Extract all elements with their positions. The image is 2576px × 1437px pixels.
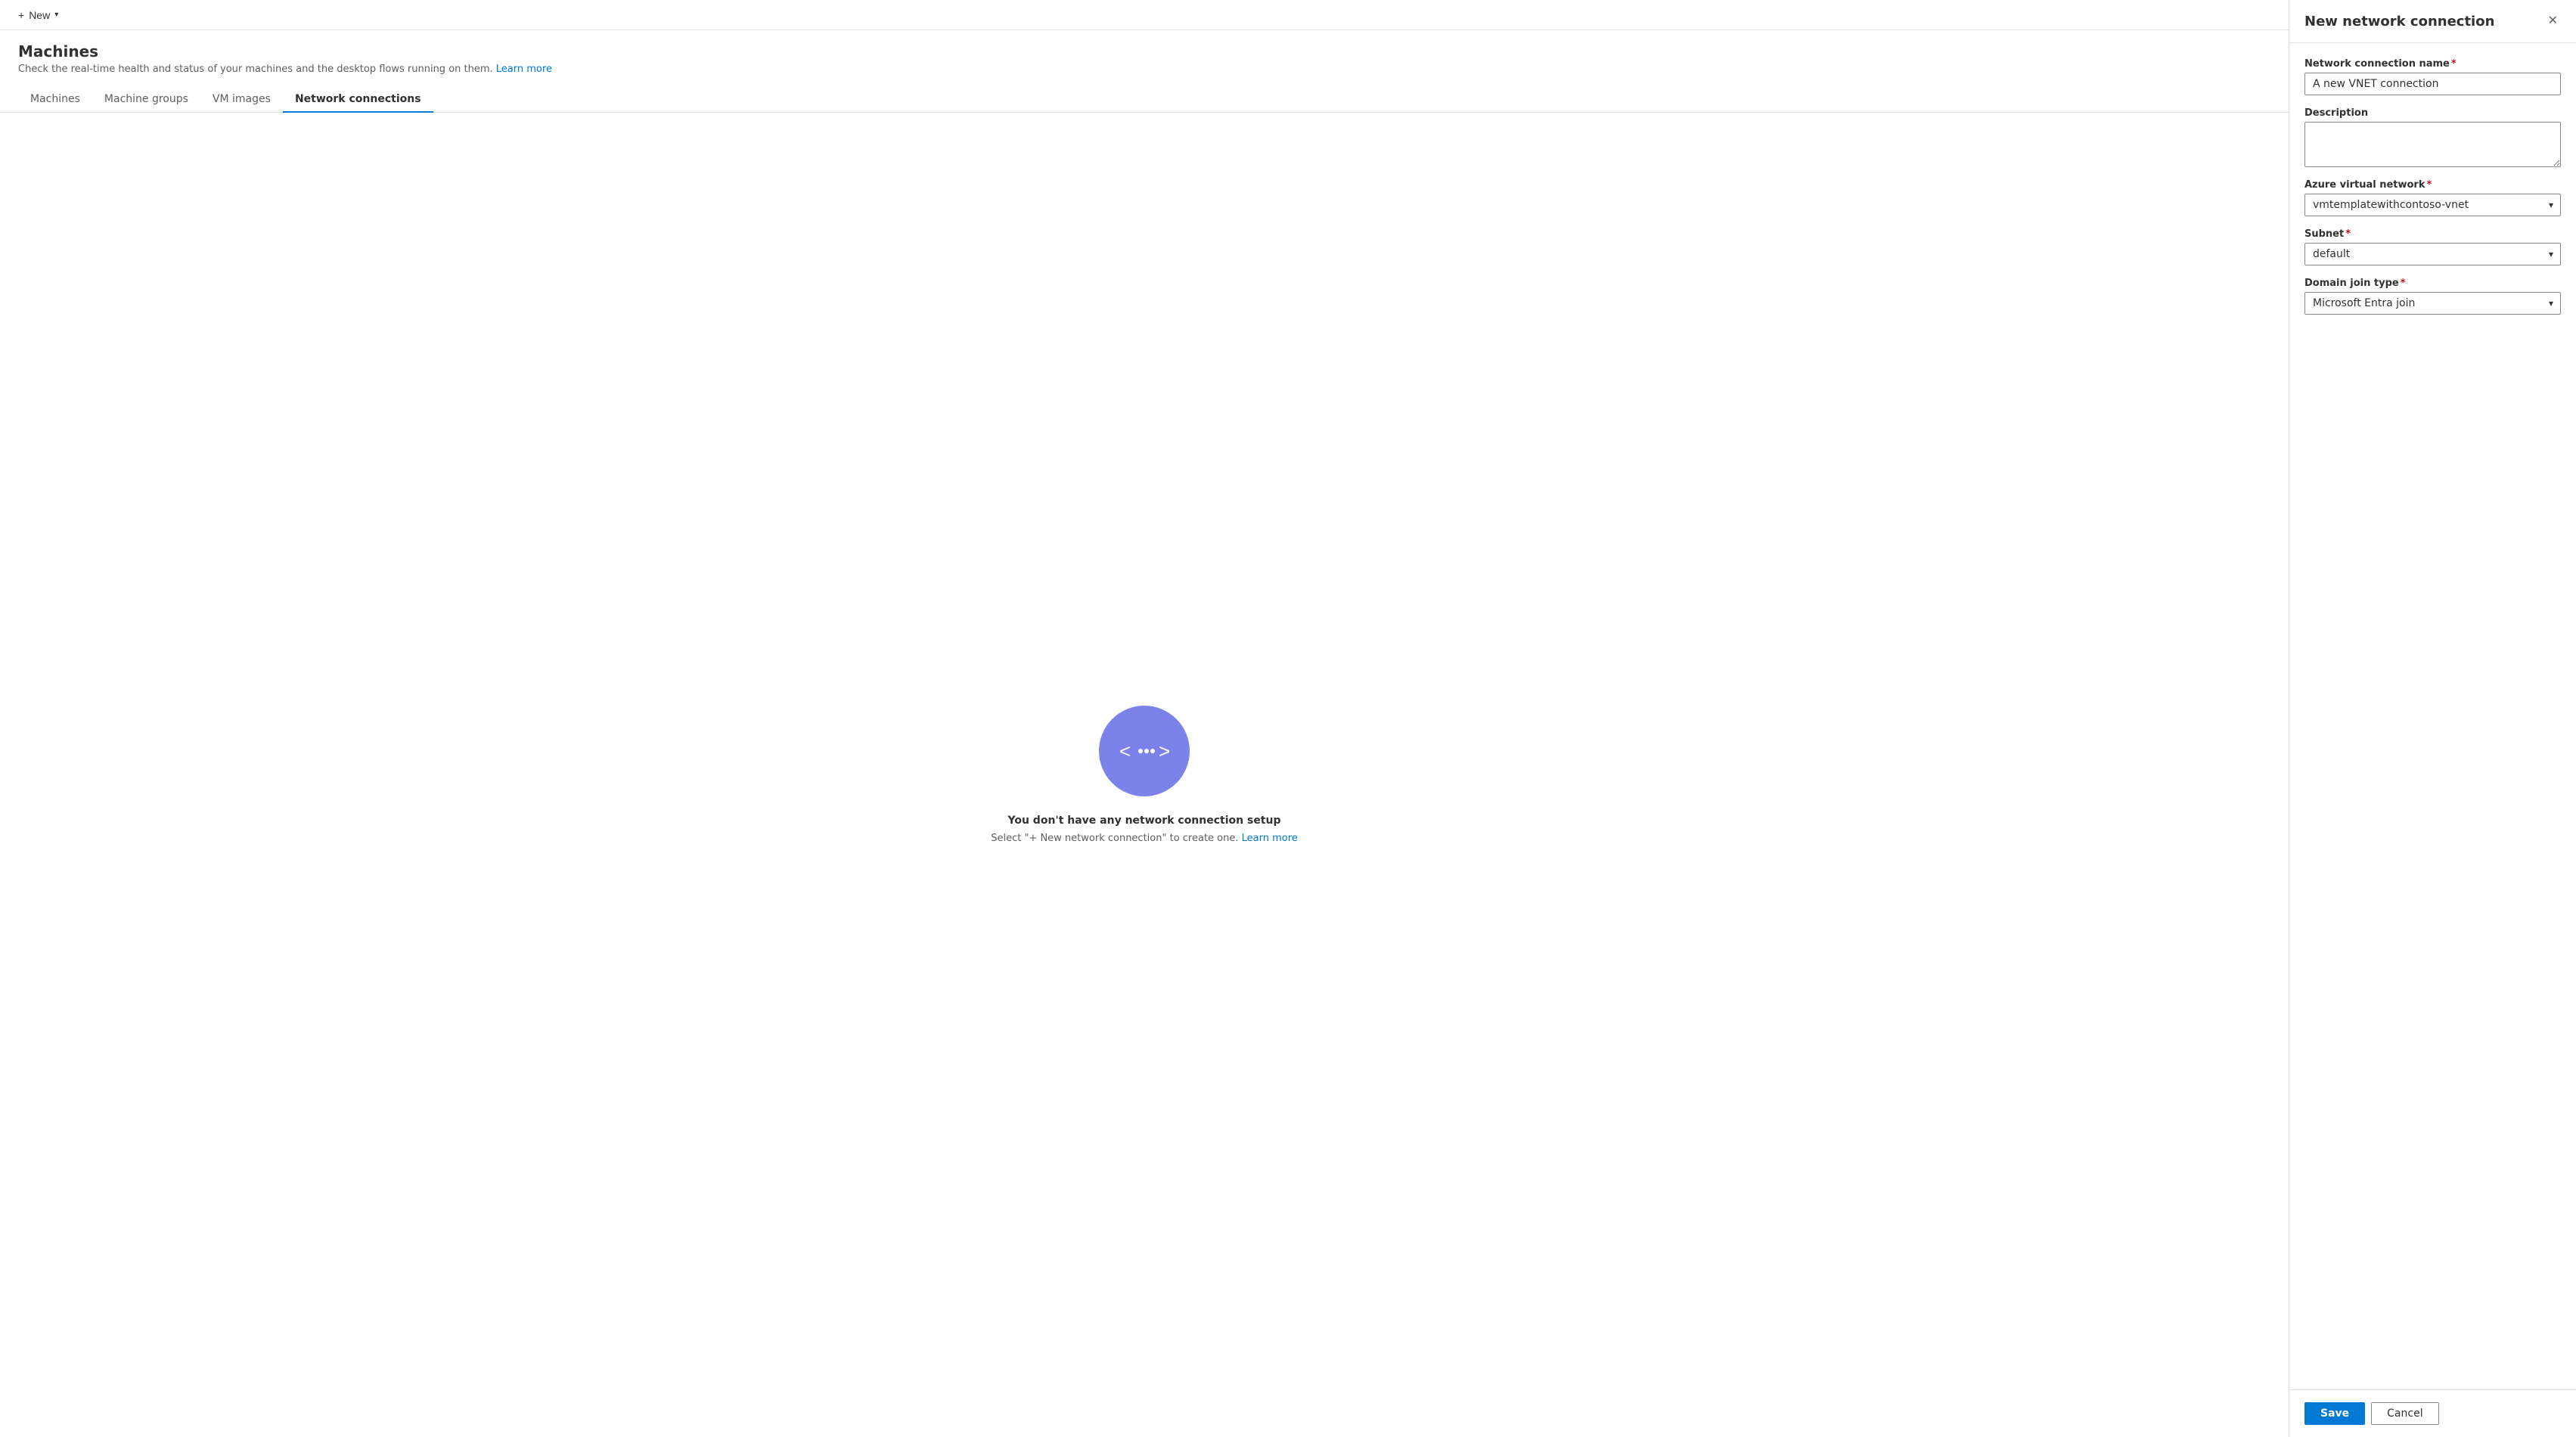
connection-name-group: Network connection name* (2304, 58, 2561, 95)
subnet-select[interactable]: default (2304, 243, 2561, 265)
page-title: Machines (18, 42, 2270, 61)
panel-footer: Save Cancel (2289, 1389, 2576, 1437)
tab-machines[interactable]: Machines (18, 87, 92, 113)
plus-icon: + (18, 9, 24, 21)
page-header: Machines Check the real-time health and … (0, 30, 2289, 87)
azure-vnet-select-wrapper: vmtemplatewithcontoso-vnet ▾ (2304, 194, 2561, 216)
azure-vnet-label: Azure virtual network* (2304, 179, 2561, 191)
empty-state-title: You don't have any network connection se… (1008, 815, 1281, 827)
side-panel: New network connection ✕ Network connect… (2289, 0, 2576, 1437)
subnet-select-wrapper: default ▾ (2304, 243, 2561, 265)
description-input[interactable] (2304, 122, 2561, 167)
tab-machine-groups[interactable]: Machine groups (92, 87, 200, 113)
save-button[interactable]: Save (2304, 1402, 2365, 1425)
new-button-label: New (29, 9, 50, 21)
new-button[interactable]: + New ▾ (12, 6, 64, 24)
panel-title: New network connection (2304, 14, 2494, 29)
empty-state: < > You don't have any network connectio… (0, 113, 2289, 1437)
svg-text:<: < (1119, 740, 1131, 762)
tabs-bar: Machines Machine groups VM images Networ… (0, 87, 2289, 113)
domain-join-group: Domain join type* Microsoft Entra joinAz… (2304, 278, 2561, 315)
empty-state-description: Select "+ New network connection" to cre… (991, 833, 1298, 844)
panel-body: Network connection name* Description Azu… (2289, 43, 2576, 1389)
top-bar: + New ▾ (0, 0, 2289, 30)
connection-name-label: Network connection name* (2304, 58, 2561, 70)
azure-vnet-group: Azure virtual network* vmtemplatewithcon… (2304, 179, 2561, 216)
domain-join-select[interactable]: Microsoft Entra joinAzure AD joinHybrid … (2304, 292, 2561, 315)
subnet-group: Subnet* default ▾ (2304, 228, 2561, 265)
svg-text:>: > (1159, 740, 1170, 762)
tab-network-connections[interactable]: Network connections (283, 87, 433, 113)
close-panel-button[interactable]: ✕ (2545, 12, 2561, 30)
chevron-down-icon: ▾ (54, 11, 58, 19)
cancel-button[interactable]: Cancel (2371, 1402, 2438, 1425)
azure-vnet-select[interactable]: vmtemplatewithcontoso-vnet (2304, 194, 2561, 216)
learn-more-link[interactable]: Learn more (496, 64, 552, 75)
domain-join-select-wrapper: Microsoft Entra joinAzure AD joinHybrid … (2304, 292, 2561, 315)
subnet-label: Subnet* (2304, 228, 2561, 240)
connection-name-input[interactable] (2304, 73, 2561, 95)
empty-learn-more-link[interactable]: Learn more (1242, 833, 1298, 844)
tab-vm-images[interactable]: VM images (200, 87, 283, 113)
network-icon: < > (1099, 706, 1190, 796)
panel-header: New network connection ✕ (2289, 0, 2576, 43)
description-group: Description (2304, 107, 2561, 167)
page-subtitle: Check the real-time health and status of… (18, 64, 2270, 75)
domain-join-label: Domain join type* (2304, 278, 2561, 289)
description-label: Description (2304, 107, 2561, 119)
